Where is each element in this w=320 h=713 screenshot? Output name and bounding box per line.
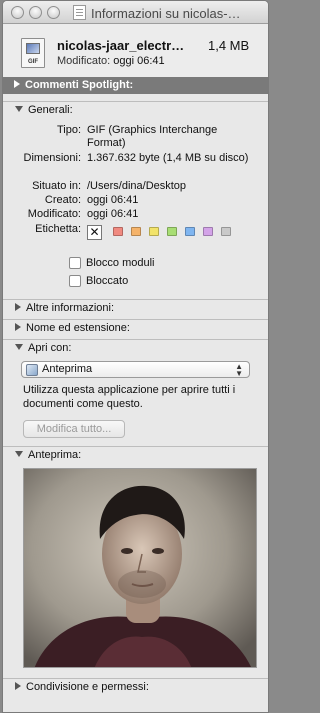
section-spotlight-comments[interactable]: Commenti Spotlight:: [3, 77, 268, 94]
file-icon-label: GIF: [28, 59, 38, 65]
preview-app-icon: [26, 364, 38, 376]
section-general-label: Generali:: [28, 104, 73, 116]
section-preview-label: Anteprima:: [28, 449, 82, 461]
portrait-photo: [24, 469, 256, 667]
modified-row-label: Modificato:: [27, 208, 81, 220]
section-general[interactable]: Generali:: [3, 101, 268, 117]
file-size: 1,4 MB: [208, 38, 250, 53]
preview-image: [23, 468, 257, 668]
disclosure-down-icon: [15, 106, 23, 112]
section-more-info[interactable]: Altre informazioni:: [3, 299, 268, 315]
created-value: oggi 06:41: [87, 194, 139, 206]
close-button[interactable]: [11, 6, 24, 19]
label-purple-swatch[interactable]: [203, 227, 213, 236]
popup-arrows-icon: ▲ ▼: [235, 362, 243, 378]
open-with-help: Utilizza questa applicazione per aprire …: [23, 384, 236, 410]
file-modified: Modificato: oggi 06:41: [57, 55, 165, 67]
label-orange-swatch[interactable]: [131, 227, 141, 236]
label-red-swatch[interactable]: [113, 227, 123, 236]
disclosure-down-icon: [15, 344, 23, 350]
section-open-with-label: Apri con:: [28, 342, 72, 354]
section-spotlight-label: Commenti Spotlight:: [25, 79, 134, 91]
locked-checkbox[interactable]: [69, 275, 81, 287]
created-label: Creato:: [44, 194, 81, 206]
label-gray-swatch[interactable]: [221, 227, 231, 236]
document-icon[interactable]: [73, 5, 86, 20]
kind-label: Tipo:: [56, 124, 81, 136]
label-label: Etichetta:: [35, 223, 81, 235]
gif-file-icon: GIF: [21, 38, 45, 68]
change-all-button[interactable]: Modifica tutto...: [23, 420, 125, 438]
open-with-app-name: Anteprima: [42, 363, 93, 375]
section-sharing-permissions[interactable]: Condivisione e permessi:: [3, 678, 268, 694]
where-value: /Users/dina/Desktop: [87, 180, 187, 192]
label-blue-swatch[interactable]: [185, 227, 195, 236]
dimensions-value: 1.367.632 byte (1,4 MB su disco): [87, 152, 249, 164]
modified-value: oggi 06:41: [113, 55, 165, 67]
label-none-button[interactable]: ✕: [87, 225, 102, 240]
disclosure-right-icon: [15, 323, 21, 331]
modified-label: Modificato:: [57, 55, 111, 67]
disclosure-right-icon: [15, 682, 21, 690]
section-open-with[interactable]: Apri con:: [3, 339, 268, 355]
disclosure-down-icon: [15, 451, 23, 457]
open-with-popup[interactable]: Anteprima ▲ ▼: [21, 361, 250, 378]
section-name-extension[interactable]: Nome ed estensione:: [3, 319, 268, 335]
section-sharing-label: Condivisione e permessi:: [26, 681, 149, 693]
info-window: Informazioni su nicolas-… GIF nicolas-ja…: [2, 0, 269, 713]
arrow-down-glyph: ▼: [235, 369, 243, 378]
disclosure-right-icon: [15, 303, 21, 311]
locked-label: Bloccato: [86, 275, 129, 287]
label-green-swatch[interactable]: [167, 227, 177, 236]
stationery-checkbox[interactable]: [69, 257, 81, 269]
title-bar[interactable]: Informazioni su nicolas-…: [3, 1, 268, 24]
zoom-button[interactable]: [47, 6, 60, 19]
image-thumbnail-icon: [26, 43, 40, 54]
label-yellow-swatch[interactable]: [149, 227, 159, 236]
section-name-extension-label: Nome ed estensione:: [26, 322, 130, 334]
file-header: GIF nicolas-jaar_electr… 1,4 MB Modifica…: [3, 24, 268, 77]
file-name: nicolas-jaar_electr…: [57, 38, 185, 53]
minimize-button[interactable]: [29, 6, 42, 19]
section-preview[interactable]: Anteprima:: [3, 446, 268, 462]
dimensions-label: Dimensioni:: [23, 152, 81, 164]
modified-row-value: oggi 06:41: [87, 208, 139, 220]
kind-value: GIF (Graphics Interchange Format): [87, 124, 218, 149]
window-title: Informazioni su nicolas-…: [91, 6, 241, 21]
section-more-info-label: Altre informazioni:: [26, 302, 115, 314]
disclosure-right-icon: [14, 80, 20, 88]
where-label: Situato in:: [32, 180, 81, 192]
stationery-label: Blocco moduli: [86, 257, 155, 269]
